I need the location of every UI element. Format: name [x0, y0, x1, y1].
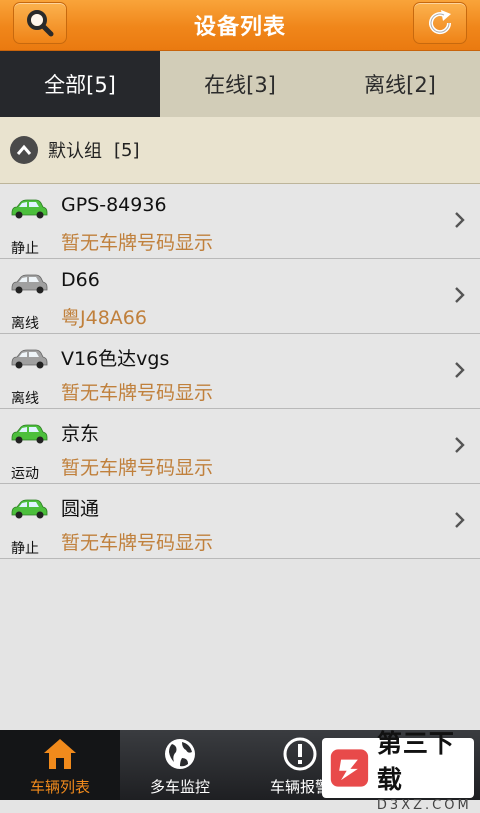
refresh-button[interactable]	[413, 2, 467, 44]
collapse-up-icon	[10, 136, 38, 164]
page-title: 设备列表	[193, 15, 286, 40]
nav-label: 车辆报警	[269, 778, 330, 796]
group-label: 默认组	[48, 141, 102, 162]
car-icon	[11, 424, 48, 444]
group-count: [5]	[114, 139, 140, 161]
device-status: 运动	[11, 466, 39, 482]
nav-multi-monitor[interactable]: 多车监控	[120, 730, 240, 800]
home-icon	[44, 739, 76, 769]
device-plate: 粤J48A66	[61, 307, 147, 329]
chevron-right-icon	[455, 512, 465, 528]
filter-tabs: 全部[5] 在线[3] 离线[2]	[0, 51, 480, 117]
device-row[interactable]: 离线 V16色达vgs 暂无车牌号码显示	[0, 334, 480, 409]
globe-icon	[165, 739, 195, 769]
device-plate: 暂无车牌号码显示	[61, 457, 214, 479]
chevron-right-icon	[455, 362, 465, 378]
nav-label: 车辆列表	[29, 778, 90, 796]
device-name: 京东	[61, 423, 100, 445]
device-plate: 暂无车牌号码显示	[61, 532, 214, 554]
tab-all[interactable]: 全部[5]	[0, 51, 160, 117]
chevron-right-icon	[455, 437, 465, 453]
device-row[interactable]: 静止 圆通 暂无车牌号码显示	[0, 484, 480, 559]
device-name: D66	[61, 269, 100, 291]
download-logo-icon	[330, 749, 369, 787]
app-header: 设备列表	[0, 0, 480, 51]
device-status: 离线	[11, 391, 39, 407]
watermark-title: 第三下载	[376, 728, 455, 794]
chevron-right-icon	[455, 212, 465, 228]
group-header-default[interactable]: 默认组 [5]	[0, 117, 480, 184]
device-row[interactable]: 离线 D66 粤J48A66	[0, 259, 480, 334]
device-row[interactable]: 运动 京东 暂无车牌号码显示	[0, 409, 480, 484]
device-name: GPS-84936	[61, 194, 167, 216]
device-status: 离线	[11, 316, 39, 332]
device-plate: 暂无车牌号码显示	[61, 232, 214, 254]
device-plate: 暂无车牌号码显示	[61, 382, 214, 404]
device-name: 圆通	[61, 498, 100, 520]
tab-offline[interactable]: 离线[2]	[320, 51, 480, 117]
device-status: 静止	[11, 541, 39, 557]
car-icon	[11, 274, 48, 294]
car-icon	[11, 199, 48, 219]
tab-online[interactable]: 在线[3]	[160, 51, 320, 117]
nav-label: 多车监控	[149, 778, 210, 796]
device-name: V16色达vgs	[61, 348, 170, 370]
alert-icon	[283, 737, 317, 771]
nav-vehicle-list[interactable]: 车辆列表	[0, 730, 120, 800]
chevron-right-icon	[455, 287, 465, 303]
device-row[interactable]: 静止 GPS-84936 暂无车牌号码显示	[0, 184, 480, 259]
car-icon	[11, 349, 48, 369]
car-icon	[11, 499, 48, 519]
watermark: 第三下载 D3XZ.COM	[322, 729, 474, 813]
device-status: 静止	[11, 241, 39, 257]
device-list: 静止 GPS-84936 暂无车牌号码显示 离线 D66 粤J48A66 离线 …	[0, 184, 480, 559]
refresh-icon	[429, 10, 452, 35]
